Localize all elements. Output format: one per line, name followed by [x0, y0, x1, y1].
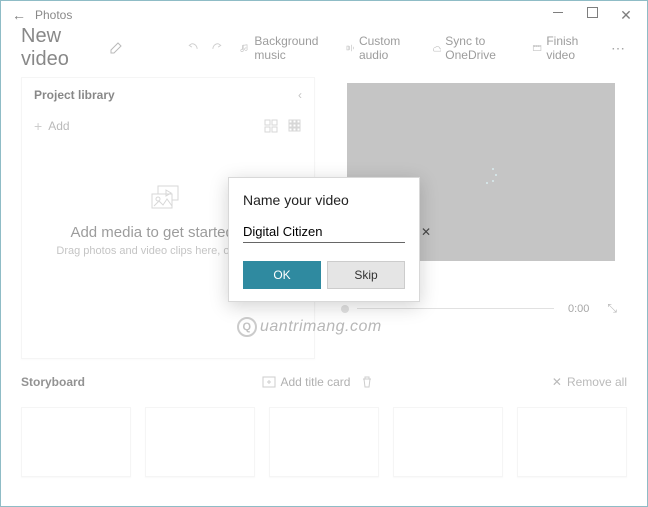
video-name-input[interactable] [243, 224, 419, 239]
dialog-heading: Name your video [243, 192, 405, 208]
name-video-dialog: Name your video ✕ OK Skip [228, 177, 420, 302]
clear-input-icon[interactable]: ✕ [419, 225, 433, 239]
modal-backdrop: Name your video ✕ OK Skip [1, 1, 647, 506]
skip-button[interactable]: Skip [327, 261, 405, 289]
ok-button[interactable]: OK [243, 261, 321, 289]
